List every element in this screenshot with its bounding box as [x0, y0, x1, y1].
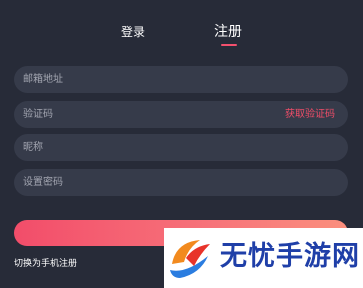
tab-login[interactable]: 登录 — [121, 25, 145, 39]
password-field[interactable] — [14, 169, 348, 196]
nickname-field[interactable] — [14, 134, 348, 161]
email-field[interactable] — [14, 66, 348, 93]
verification-code-input[interactable] — [23, 101, 263, 128]
email-input[interactable] — [23, 66, 263, 93]
verification-code-field[interactable]: 获取验证码 — [14, 101, 348, 128]
password-input[interactable] — [23, 169, 263, 196]
watermark: 无忧手游网 — [164, 228, 363, 288]
switch-to-phone-link[interactable]: 切换为手机注册 — [14, 258, 77, 270]
tab-register[interactable]: 注册 — [214, 24, 242, 40]
watermark-logo-icon — [170, 240, 210, 278]
tab-bar: 登录 注册 — [0, 0, 363, 50]
get-code-button[interactable]: 获取验证码 — [285, 108, 335, 121]
active-tab-indicator — [221, 44, 237, 46]
nickname-input[interactable] — [23, 134, 263, 161]
watermark-text: 无忧手游网 — [220, 241, 360, 272]
